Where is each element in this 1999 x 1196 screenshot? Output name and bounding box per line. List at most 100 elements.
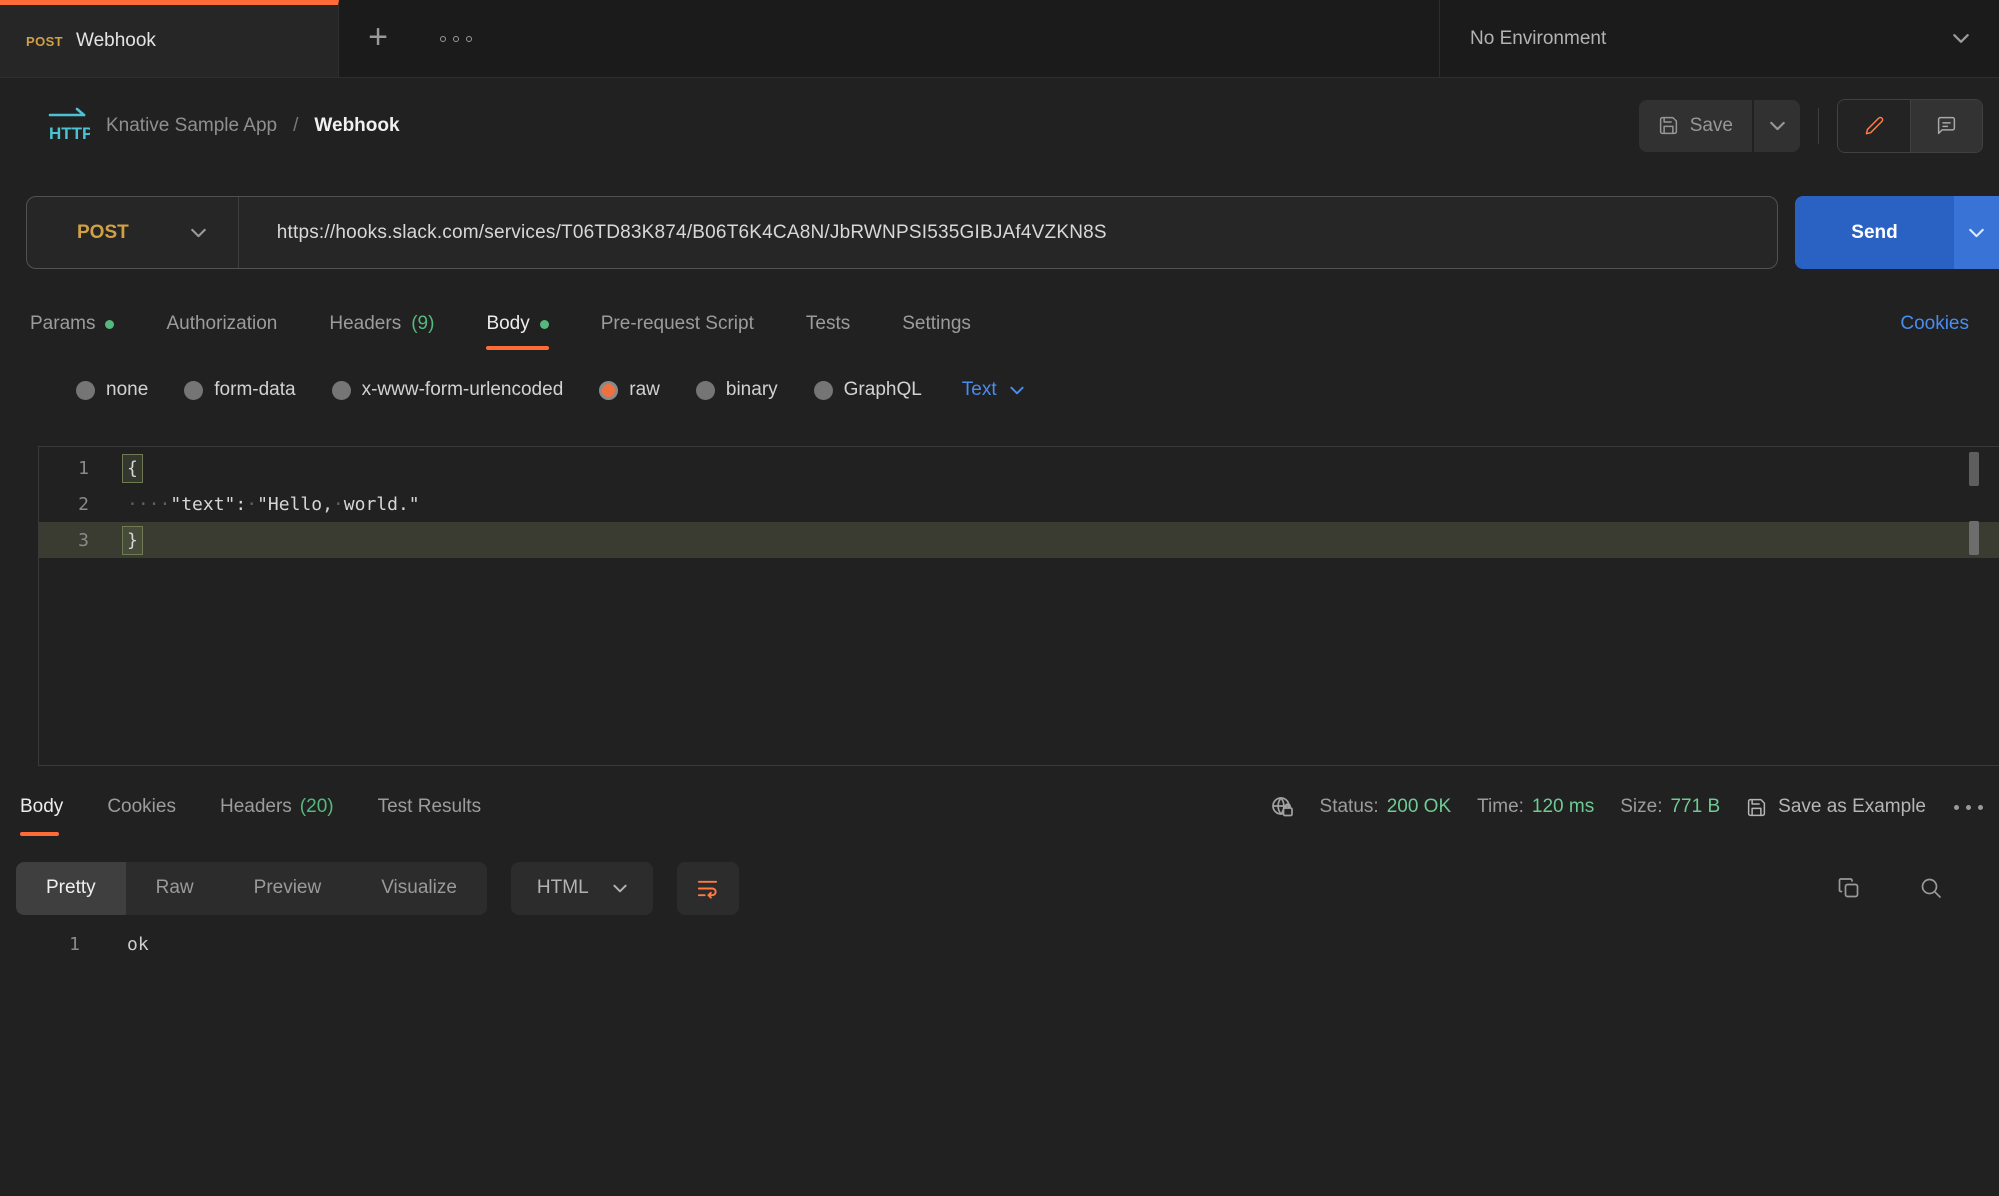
save-icon — [1658, 115, 1679, 136]
tab-label: Body — [20, 796, 63, 818]
response-options-button[interactable] — [1954, 805, 1983, 810]
response-tab-test-results[interactable]: Test Results — [378, 776, 481, 838]
save-options-button[interactable] — [1754, 100, 1800, 152]
radio-icon — [332, 381, 351, 400]
tab-label: Body — [486, 313, 529, 335]
status-field: Status: 200 OK — [1320, 796, 1452, 818]
body-mode-binary[interactable]: binary — [696, 379, 778, 401]
save-button[interactable]: Save — [1639, 100, 1752, 152]
tab-headers[interactable]: Headers (9) — [329, 298, 434, 350]
radio-icon — [184, 381, 203, 400]
body-indicator-dot — [540, 320, 549, 329]
code-text: } — [127, 526, 143, 555]
response-meta: Status: 200 OK Time: 120 ms Size: 771 B … — [1270, 795, 1983, 819]
chevron-down-icon — [1010, 386, 1024, 395]
code-text: { — [127, 454, 143, 483]
save-as-example-button[interactable]: Save as Example — [1746, 796, 1926, 818]
response-format-selector[interactable]: HTML — [511, 862, 653, 915]
save-button-label: Save — [1690, 115, 1733, 137]
status-value: 200 OK — [1387, 796, 1451, 818]
view-pretty[interactable]: Pretty — [16, 862, 126, 915]
tab-tests[interactable]: Tests — [806, 298, 850, 350]
network-globe-lock-icon[interactable] — [1270, 795, 1294, 819]
breadcrumb-collection[interactable]: Knative Sample App — [106, 115, 277, 137]
wrap-lines-button[interactable] — [677, 862, 739, 915]
json-key: "text": — [170, 494, 246, 515]
send-button-group: Send — [1795, 196, 1999, 269]
mode-label: x-www-form-urlencoded — [362, 379, 564, 401]
chevron-down-icon — [613, 884, 627, 893]
method-selector[interactable]: POST — [77, 222, 129, 244]
tab-pre-request-script[interactable]: Pre-request Script — [601, 298, 754, 350]
url-row: POST https://hooks.slack.com/services/T0… — [26, 196, 1999, 269]
response-tabs: Body Cookies Headers (20) Test Results — [20, 776, 481, 838]
edit-mode-button[interactable] — [1838, 100, 1910, 152]
environment-value: No Environment — [1470, 28, 1606, 50]
search-response-button[interactable] — [1919, 876, 1943, 900]
pane-toggle-group — [1837, 99, 1983, 153]
whitespace-dots: ···· — [127, 494, 170, 515]
new-tab-button[interactable]: + — [339, 0, 417, 77]
response-tab-headers[interactable]: Headers (20) — [220, 776, 334, 838]
url-input[interactable]: https://hooks.slack.com/services/T06TD83… — [277, 222, 1107, 244]
response-tab-cookies[interactable]: Cookies — [107, 776, 176, 838]
body-mode-raw[interactable]: raw — [599, 379, 660, 401]
breadcrumb: HTTP Knative Sample App / Webhook — [44, 106, 400, 146]
size-field: Size: 771 B — [1620, 796, 1720, 818]
editor-line-active: 3 } — [39, 522, 1999, 558]
environment-selector[interactable]: No Environment — [1439, 0, 1999, 77]
cookies-link[interactable]: Cookies — [1900, 313, 1969, 335]
tab-label: Pre-request Script — [601, 313, 754, 335]
editor-line: 2 ····"text":·"Hello,·world." — [39, 486, 1999, 522]
request-body-editor[interactable]: 1 { 2 ····"text":·"Hello,·world." 3 } — [38, 446, 1999, 766]
copy-response-button[interactable] — [1837, 876, 1861, 900]
divider — [238, 197, 239, 268]
response-tab-body[interactable]: Body — [20, 776, 63, 838]
request-header-actions: Save — [1639, 99, 1983, 153]
tab-label: Test Results — [378, 796, 481, 818]
response-body-viewer[interactable]: 1 ok — [38, 926, 1999, 962]
save-icon — [1746, 797, 1767, 818]
tab-label: Params — [30, 313, 95, 335]
response-toolbar: Pretty Raw Preview Visualize HTML — [16, 856, 1983, 920]
format-value: HTML — [537, 877, 589, 899]
line-number: 3 — [39, 530, 89, 551]
tab-params[interactable]: Params — [30, 298, 114, 350]
tab-body[interactable]: Body — [486, 298, 548, 350]
pencil-icon — [1864, 115, 1885, 136]
radio-selected-icon — [599, 381, 618, 400]
editor-line: 1 { — [39, 450, 1999, 486]
more-options-icon — [440, 36, 472, 42]
tab-options-button[interactable] — [417, 0, 495, 77]
raw-type-selector[interactable]: Text — [962, 379, 1024, 401]
editor-scrollbar-thumb[interactable] — [1969, 452, 1979, 486]
tab-method-badge: POST — [26, 34, 63, 49]
view-preview[interactable]: Preview — [224, 862, 352, 915]
body-mode-none[interactable]: none — [76, 379, 148, 401]
time-field: Time: 120 ms — [1477, 796, 1594, 818]
body-mode-x-www-form-urlencoded[interactable]: x-www-form-urlencoded — [332, 379, 564, 401]
save-as-example-label: Save as Example — [1778, 796, 1926, 818]
send-options-button[interactable] — [1954, 196, 1999, 269]
view-visualize[interactable]: Visualize — [351, 862, 487, 915]
body-mode-form-data[interactable]: form-data — [184, 379, 295, 401]
request-tab[interactable]: POST Webhook — [0, 0, 339, 77]
send-button[interactable]: Send — [1795, 196, 1954, 269]
time-label: Time: — [1477, 796, 1524, 818]
wrap-text-icon — [696, 877, 719, 900]
body-mode-graphql[interactable]: GraphQL — [814, 379, 922, 401]
response-text: ok — [127, 934, 149, 955]
radio-icon — [696, 381, 715, 400]
tab-authorization[interactable]: Authorization — [166, 298, 277, 350]
response-tools — [1837, 876, 1983, 900]
tab-settings[interactable]: Settings — [902, 298, 971, 350]
tab-label: Cookies — [107, 796, 176, 818]
request-header: HTTP Knative Sample App / Webhook Save — [0, 79, 1999, 172]
response-view-switcher: Pretty Raw Preview Visualize — [16, 862, 487, 915]
headers-count: (9) — [411, 313, 434, 335]
time-value: 120 ms — [1532, 796, 1594, 818]
view-raw[interactable]: Raw — [126, 862, 224, 915]
editor-scrollbar-mark[interactable] — [1969, 521, 1979, 555]
size-value: 771 B — [1670, 796, 1720, 818]
comments-button[interactable] — [1910, 100, 1982, 152]
